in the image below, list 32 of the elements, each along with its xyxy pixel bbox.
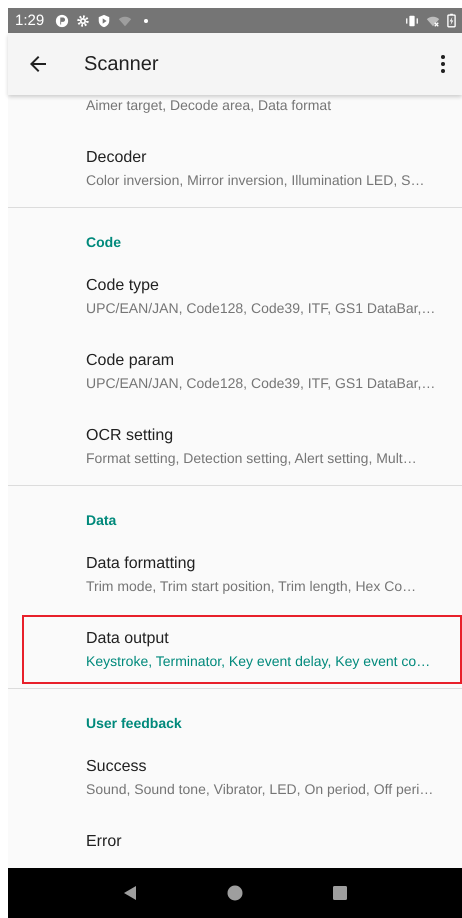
setting-summary: Color inversion, Mirror inversion, Illumination LED, S… xyxy=(86,171,426,190)
setting-title[interactable]: Data output xyxy=(86,627,454,651)
setting-title[interactable]: Error xyxy=(86,830,454,854)
setting-summary: Format setting, Detection setting, Alert setting, Mult… xyxy=(86,449,418,468)
more-options-button[interactable] xyxy=(440,54,446,74)
setting-summary: UPC/EAN/JAN, Code128, Code39, ITF, GS1 DataBar,… xyxy=(86,299,436,318)
recents-square-icon[interactable] xyxy=(332,885,348,901)
vertical-dots-icon xyxy=(440,54,446,74)
setting-title[interactable]: Decoder xyxy=(86,146,454,170)
dot-icon xyxy=(143,18,150,24)
back-triangle-icon[interactable] xyxy=(122,885,138,901)
setting-summary: Keystroke, Terminator, Key event delay, Key event co… xyxy=(86,652,432,671)
clock-time: 1:29 xyxy=(15,12,44,29)
home-circle-icon[interactable] xyxy=(226,885,243,901)
section-header: Data xyxy=(86,512,116,528)
section-header: Code xyxy=(86,234,121,250)
setting-title[interactable]: Code type xyxy=(86,274,454,298)
setting-title[interactable]: Code param xyxy=(86,349,454,373)
setting-summary: Aimer target, Decode area, Data format xyxy=(86,96,332,115)
shield-play-icon xyxy=(97,14,112,28)
setting-summary: Trim mode, Trim start position, Trim length, Hex Co… xyxy=(86,577,418,596)
screen-title: Scanner xyxy=(84,52,158,76)
app-notification-icon xyxy=(55,14,70,28)
setting-summary: UPC/EAN/JAN, Code128, Code39, ITF, GS1 DataBar,… xyxy=(86,374,436,393)
setting-title[interactable]: OCR setting xyxy=(86,424,454,448)
battery-charging-icon xyxy=(447,13,456,28)
setting-summary: Sound, Sound tone, Vibrator, LED, On period, Off peri… xyxy=(86,780,434,799)
gear-icon xyxy=(76,14,90,28)
setting-title[interactable]: Success xyxy=(86,755,454,779)
section-header: User feedback xyxy=(86,715,182,731)
setting-title[interactable]: Data formatting xyxy=(86,552,454,576)
vibrate-icon xyxy=(405,14,419,28)
